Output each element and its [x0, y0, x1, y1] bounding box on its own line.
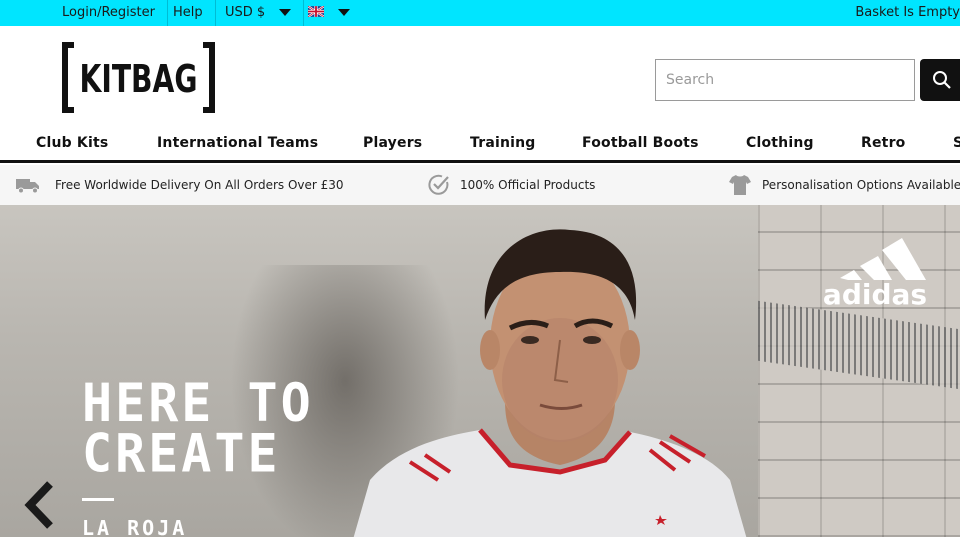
usp-personalisation-label: Personalisation Options Available	[762, 178, 960, 192]
login-register-link[interactable]: Login/Register	[50, 0, 168, 26]
currency-label: USD $	[225, 5, 266, 20]
usp-item-official: 100% Official Products	[428, 165, 595, 205]
basket-label: Basket Is Empty	[855, 5, 960, 20]
usp-strip: Free Worldwide Delivery On All Orders Ov…	[0, 165, 960, 205]
hero-banner[interactable]: adidas	[0, 205, 960, 537]
nav-item-international-teams[interactable]: International Teams	[157, 135, 318, 151]
hero-divider	[82, 498, 114, 501]
uk-flag-icon	[308, 6, 324, 17]
help-label: Help	[173, 5, 203, 20]
svg-text:KITBAG: KITBAG	[80, 57, 198, 101]
tshirt-icon	[729, 175, 751, 195]
chevron-left-icon[interactable]	[22, 480, 56, 530]
adidas-wordmark: adidas	[823, 278, 927, 311]
currency-selector[interactable]: USD $	[213, 0, 305, 26]
nav-item-club-kits[interactable]: Club Kits	[36, 135, 108, 151]
top-utility-bar: Login/Register Help USD $ Basket Is Empt…	[0, 0, 960, 26]
kitbag-logo[interactable]: KITBAG	[62, 42, 215, 113]
basket-link[interactable]: Basket Is Empty	[855, 0, 960, 26]
language-selector[interactable]	[296, 0, 362, 26]
usp-item-personalisation: Personalisation Options Available	[728, 165, 960, 205]
adidas-logo: adidas	[823, 238, 927, 311]
nav-item-clothing[interactable]: Clothing	[746, 135, 814, 151]
nav-item-training[interactable]: Training	[470, 135, 536, 151]
delivery-truck-icon	[16, 179, 39, 194]
usp-item-delivery: Free Worldwide Delivery On All Orders Ov…	[15, 165, 344, 205]
chevron-down-icon	[338, 9, 351, 16]
usp-delivery-label: Free Worldwide Delivery On All Orders Ov…	[55, 178, 344, 192]
help-link[interactable]: Help	[161, 0, 216, 26]
nav-item-sale[interactable]: S	[953, 135, 960, 151]
search-icon	[933, 71, 951, 89]
hero-subtitle: LA ROJA	[82, 516, 188, 540]
check-circle-icon	[428, 174, 449, 195]
search-button[interactable]	[920, 59, 960, 101]
hero-title: HERE TO CREATE	[82, 372, 314, 485]
search-input[interactable]	[655, 59, 915, 101]
usp-official-label: 100% Official Products	[460, 178, 596, 192]
hero-player-image	[353, 229, 747, 537]
main-navigation: Club Kits International Teams Players Tr…	[0, 127, 960, 163]
nav-item-players[interactable]: Players	[363, 135, 422, 151]
nav-item-retro[interactable]: Retro	[861, 135, 906, 151]
nav-item-football-boots[interactable]: Football Boots	[582, 135, 699, 151]
login-register-label: Login/Register	[62, 5, 155, 20]
chevron-down-icon	[279, 9, 292, 16]
